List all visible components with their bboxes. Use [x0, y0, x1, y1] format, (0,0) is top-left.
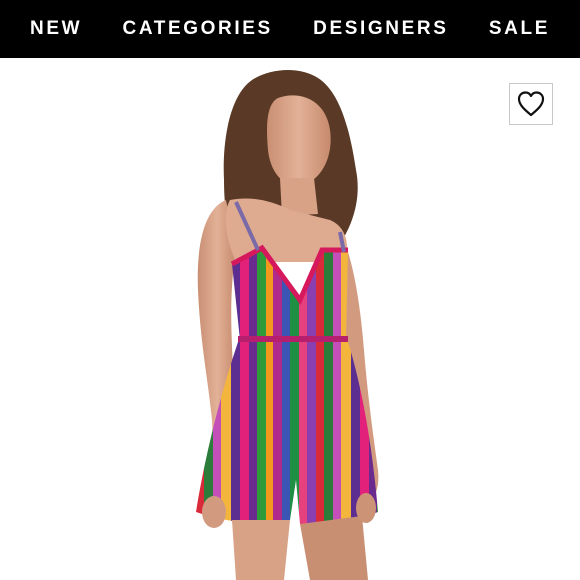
right-hand [356, 493, 376, 523]
right-leg [300, 516, 368, 580]
left-leg [232, 520, 290, 580]
nav-new[interactable]: NEW [30, 18, 82, 40]
nav-categories[interactable]: CATEGORIES [123, 18, 273, 40]
model-illustration [196, 69, 379, 580]
heart-outline-icon [517, 91, 545, 117]
nav-sale[interactable]: SALE [489, 18, 550, 40]
waist-seam [238, 336, 348, 342]
product-image[interactable] [0, 58, 580, 580]
favorite-button[interactable] [509, 83, 553, 125]
top-navigation-bar: NEW CATEGORIES DESIGNERS SALE [0, 0, 580, 58]
nav-designers[interactable]: DESIGNERS [313, 18, 448, 40]
left-hand [202, 496, 226, 528]
